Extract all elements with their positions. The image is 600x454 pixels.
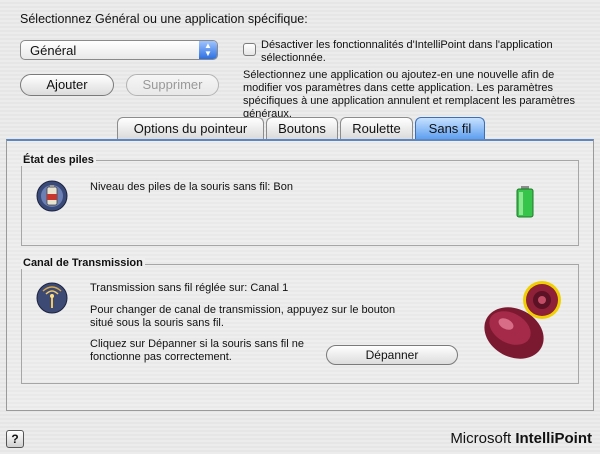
- brand-name-regular: Microsoft: [450, 430, 516, 447]
- brand-name-bold: IntelliPoint: [515, 430, 592, 447]
- app-select-heading: Sélectionnez Général ou une application …: [20, 12, 308, 26]
- popup-arrows-icon: ▲ ▼: [199, 41, 217, 59]
- channel-group-title: Canal de Transmission: [21, 257, 145, 269]
- application-select[interactable]: Général ▲ ▼: [20, 40, 218, 60]
- disable-intellipoint-checkbox[interactable]: [243, 43, 256, 56]
- battery-group: [21, 160, 579, 246]
- tab-pointer-options[interactable]: Options du pointeur: [117, 117, 264, 139]
- troubleshoot-hint-text: Cliquez sur Dépanner si la souris sans f…: [90, 338, 304, 363]
- help-button[interactable]: ?: [6, 430, 24, 448]
- wireless-mouse-illustration: [478, 278, 570, 368]
- tab-wheel[interactable]: Roulette: [340, 117, 413, 139]
- application-select-value: Général: [30, 43, 77, 58]
- tab-buttons[interactable]: Boutons: [266, 117, 338, 139]
- battery-status-text: Niveau des piles de la souris sans fil: …: [90, 181, 293, 193]
- battery-status-icon: [36, 180, 68, 212]
- brand-logo: Microsoft IntelliPoint: [450, 430, 592, 447]
- battery-group-title: État des piles: [21, 154, 96, 166]
- channel-instruction-text: Pour changer de canal de transmission, a…: [90, 304, 396, 329]
- battery-level-icon: [514, 185, 538, 219]
- application-info-text: Sélectionnez une application ou ajoutez-…: [243, 69, 576, 120]
- add-button[interactable]: Ajouter: [20, 74, 114, 96]
- remove-button[interactable]: Supprimer: [126, 74, 219, 96]
- channel-setting-text: Transmission sans fil réglée sur: Canal …: [90, 282, 289, 294]
- disable-intellipoint-label: Désactiver les fonctionnalités d'Intelli…: [261, 39, 553, 64]
- wireless-channel-icon: [36, 282, 68, 314]
- tab-wireless[interactable]: Sans fil: [415, 117, 485, 139]
- troubleshoot-button[interactable]: Dépanner: [326, 345, 458, 365]
